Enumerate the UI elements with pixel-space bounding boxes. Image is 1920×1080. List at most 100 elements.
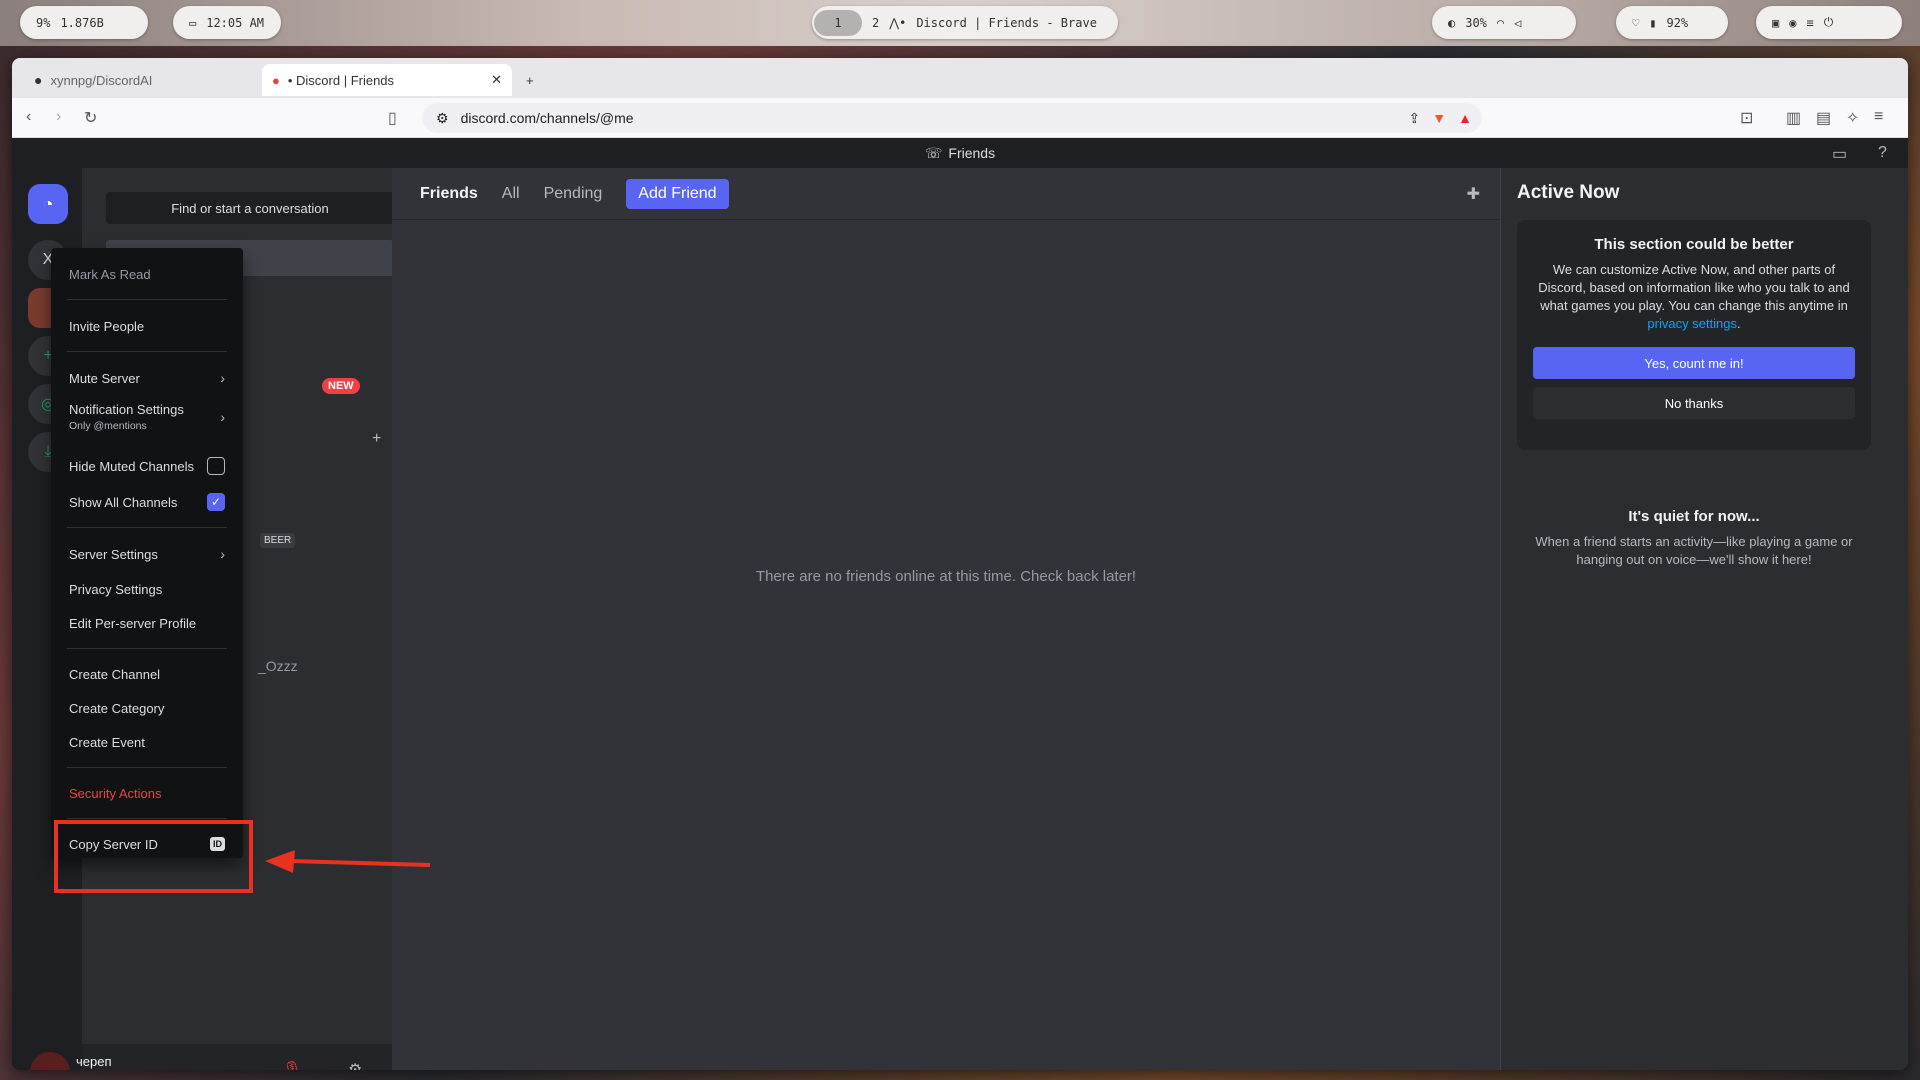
tab-pending[interactable]: Pending <box>544 185 603 203</box>
system-stats: 9% 1.876B <box>20 6 148 39</box>
brightness-level: 30% <box>1465 15 1487 30</box>
username: череп <box>76 1054 112 1069</box>
menu-label: Server Settings <box>69 546 158 562</box>
menu-divider <box>67 648 227 649</box>
menu-create-channel[interactable]: Create Channel <box>59 658 235 690</box>
forward-icon[interactable]: › <box>56 108 61 126</box>
screenshot-icon[interactable]: ▣ <box>1772 16 1779 30</box>
tab-strip: ● xynnpg/DiscordAI ● • Discord | Friends… <box>12 58 1908 98</box>
card-body-period: . <box>1736 316 1741 331</box>
search-conversation-input[interactable]: Find or start a conversation <box>106 192 394 224</box>
annotation-arrow-icon <box>265 850 431 873</box>
menu-mute-server[interactable]: Mute Server › <box>59 362 235 394</box>
menu-privacy-settings[interactable]: Privacy Settings <box>59 573 235 605</box>
active-window-title: Discord | Friends - Brave <box>916 15 1097 30</box>
close-tab-icon[interactable]: ✕ <box>491 72 502 88</box>
clock-time: 12:05 AM <box>206 15 265 30</box>
checkbox-checked-icon[interactable]: ✓ <box>207 493 225 511</box>
browser-toolbar: ‹ › ↻ ▯ ⚙ discord.com/channels/@me ⇪ ▼ ▲… <box>12 98 1908 138</box>
mute-mic-icon[interactable]: 🎙 <box>282 1060 302 1070</box>
tab-all[interactable]: All <box>502 185 520 203</box>
headphones-icon[interactable]: ◡ <box>318 1060 332 1070</box>
sidebar-toggle-icon[interactable]: ▥ <box>1786 108 1801 128</box>
help-icon[interactable]: ? <box>1878 144 1887 162</box>
titlebar-text: Friends <box>948 145 996 161</box>
screenshot-tool-icon[interactable]: ⊡ <box>1740 108 1753 128</box>
menu-invite-people[interactable]: Invite People <box>59 310 235 342</box>
workspace-bar: 1 2 ⋀• Discord | Friends - Brave <box>812 6 1118 39</box>
new-badge: NEW <box>322 378 360 394</box>
quiet-section: It's quiet for now... When a friend star… <box>1517 508 1871 569</box>
menu-label: Notification Settings <box>69 402 184 417</box>
user-settings-gear-icon[interactable]: ⚙ <box>348 1060 362 1070</box>
tab-discord[interactable]: ● • Discord | Friends ✕ <box>262 64 512 96</box>
system-tray: ◐ 30% ◠ ◁ <box>1432 6 1576 39</box>
app-icon: ⋀• <box>889 15 907 30</box>
palette-icon[interactable]: ◉ <box>1789 16 1796 30</box>
menu-label: Hide Muted Channels <box>69 458 195 474</box>
menu-security-actions[interactable]: Security Actions <box>59 777 235 809</box>
menu-server-settings[interactable]: Server Settings › <box>59 538 235 570</box>
menu-label: Security Actions <box>69 785 162 801</box>
battery-pill: ♡ ▮ 92% <box>1616 6 1728 39</box>
wifi-icon[interactable]: ◠ <box>1497 16 1504 30</box>
menu-icon[interactable]: ≡ <box>1806 16 1813 30</box>
tab-github[interactable]: ● xynnpg/DiscordAI <box>24 64 264 96</box>
power-icon[interactable]: ⏻ <box>1824 15 1834 30</box>
menu-divider <box>67 818 227 819</box>
privacy-settings-link[interactable]: privacy settings <box>1647 316 1737 331</box>
menu-label: Create Channel <box>69 666 161 682</box>
discord-home-icon[interactable]: ◔ <box>28 184 68 224</box>
new-tab-button[interactable]: + <box>516 64 552 96</box>
no-thanks-button[interactable]: No thanks <box>1533 387 1855 419</box>
tab-label: xynnpg/DiscordAI <box>50 72 153 88</box>
inbox-icon[interactable]: ▭ <box>1832 144 1847 164</box>
menu-divider <box>67 527 227 528</box>
new-group-dm-icon[interactable]: ✚ <box>1467 184 1480 204</box>
site-settings-icon[interactable]: ⚙ <box>436 110 449 127</box>
address-bar[interactable]: ⚙ discord.com/channels/@me ⇪ ▼ ▲ <box>422 103 1482 133</box>
discord-titlebar: ☏ Friends <box>12 138 1908 168</box>
bookmark-icon[interactable]: ▯ <box>388 108 397 128</box>
active-now-title: Active Now <box>1517 182 1620 203</box>
menu-label: Invite People <box>69 318 145 334</box>
chevron-right-icon: › <box>220 409 225 425</box>
reload-icon[interactable]: ↻ <box>84 108 97 128</box>
menu-label: Create Category <box>69 700 165 716</box>
server-context-menu: Mark As Read Invite People Mute Server › … <box>51 248 243 858</box>
menu-mark-as-read[interactable]: Mark As Read <box>59 258 235 290</box>
menu-create-event[interactable]: Create Event <box>59 726 235 758</box>
battery-icon: ▮ <box>1649 15 1657 30</box>
system-top-bar: 9% 1.876B ▭ 12:05 AM 1 2 ⋀• Discord | Fr… <box>0 0 1920 46</box>
active-now-card: This section could be better We can cust… <box>1517 220 1871 450</box>
checkbox-unchecked-icon[interactable] <box>207 457 225 475</box>
brightness-icon: ◐ <box>1448 15 1456 30</box>
brave-rewards-icon[interactable]: ▲ <box>1458 110 1472 126</box>
menu-label: Edit Per-server Profile <box>69 615 197 631</box>
card-title: This section could be better <box>1594 236 1794 253</box>
create-dm-icon[interactable]: + <box>372 430 381 448</box>
menu-show-all-channels[interactable]: Show All Channels ✓ <box>59 486 235 518</box>
leo-ai-icon[interactable]: ✧ <box>1846 108 1859 128</box>
workspace-2[interactable]: 2 <box>872 16 879 30</box>
yes-count-me-in-button[interactable]: Yes, count me in! <box>1533 347 1855 379</box>
volume-icon[interactable]: ◁ <box>1514 16 1521 30</box>
brave-shields-icon[interactable]: ▼ <box>1432 110 1446 126</box>
chevron-right-icon: › <box>220 546 225 562</box>
menu-divider <box>67 299 227 300</box>
menu-edit-per-server-profile[interactable]: Edit Per-server Profile <box>59 607 235 639</box>
menu-hide-muted-channels[interactable]: Hide Muted Channels <box>59 450 235 482</box>
menu-create-category[interactable]: Create Category <box>59 692 235 724</box>
back-icon[interactable]: ‹ <box>26 108 31 126</box>
menu-notification-settings[interactable]: Notification Settings Only @mentions › <box>59 396 235 438</box>
partial-dm-label-beer: BEER <box>260 533 296 548</box>
heart-icon: ♡ <box>1632 15 1640 30</box>
browser-menu-icon[interactable]: ≡ <box>1874 108 1883 126</box>
share-icon[interactable]: ⇪ <box>1409 110 1421 127</box>
cpu-usage: 9% <box>36 15 51 30</box>
wallet-icon[interactable]: ▤ <box>1816 108 1831 128</box>
user-panel: череп 👀 🎙 ◡ ⚙ <box>30 1044 392 1070</box>
add-friend-button[interactable]: Add Friend <box>626 178 729 209</box>
workspace-1[interactable]: 1 <box>814 9 862 36</box>
quick-actions: ▣ ◉ ≡ ⏻ <box>1756 6 1902 39</box>
